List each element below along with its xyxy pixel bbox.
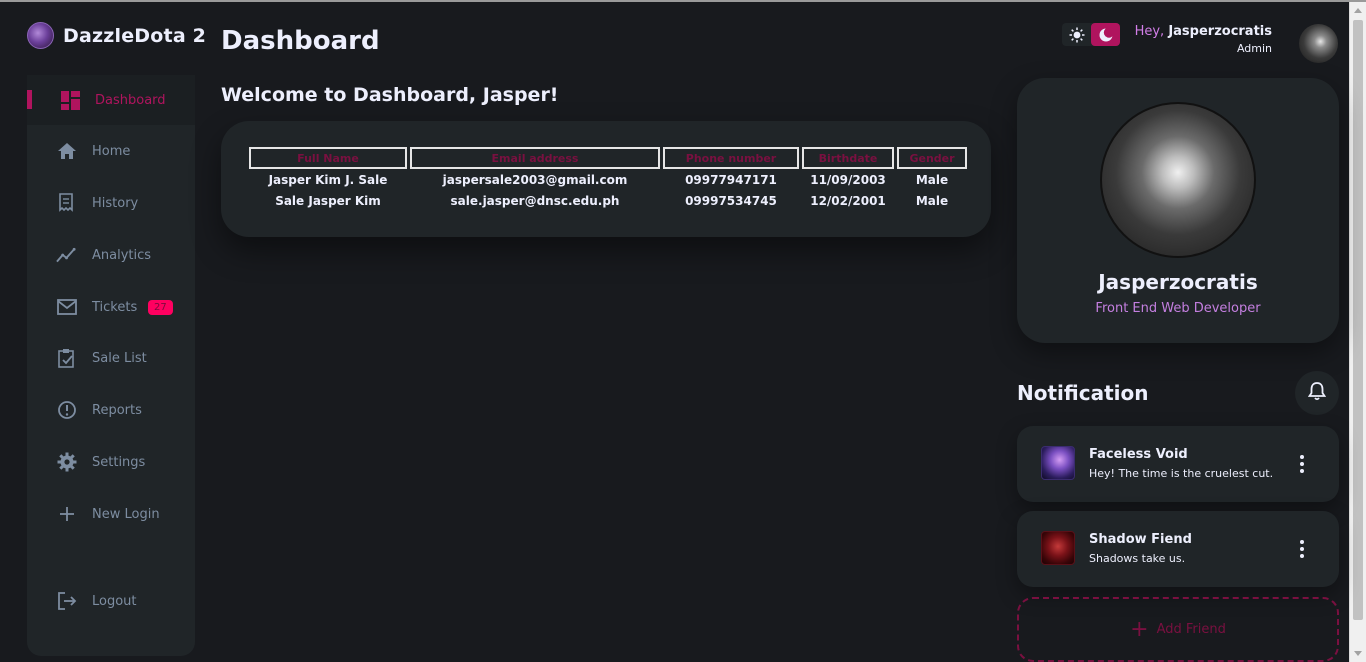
app-name: DazzleDota 2	[63, 24, 207, 47]
sidebar-item-label: Settings	[92, 454, 146, 470]
gear-icon	[56, 452, 77, 473]
header-profile-info: Hey, Jasperzocratis Admin	[1135, 24, 1272, 55]
profile-job-title: Front End Web Developer	[1095, 301, 1261, 316]
page-title: Dashboard	[221, 26, 380, 56]
greeting-text: Hey,	[1134, 24, 1165, 39]
users-table-card: Full Name Email address Phone number Bir…	[221, 121, 991, 237]
logout-icon	[56, 591, 77, 612]
sidebar-item-label: Analytics	[92, 247, 152, 263]
sidebar-item-sale-list[interactable]: Sale List	[27, 333, 195, 383]
sidebar-item-logout[interactable]: Logout	[27, 576, 195, 626]
scroll-thumb[interactable]	[1353, 20, 1363, 620]
notification-bell-button[interactable]	[1295, 371, 1339, 415]
table-cell: Male	[915, 194, 949, 208]
faceless-void-thumbnail	[1041, 446, 1075, 480]
alert-circle-icon	[56, 400, 77, 421]
analytics-icon	[56, 245, 77, 266]
profile-avatar	[1100, 102, 1256, 258]
sidebar-item-settings[interactable]: Settings	[27, 437, 195, 487]
grid-icon	[60, 90, 81, 111]
theme-toggle[interactable]	[1062, 23, 1120, 46]
sidebar-item-dashboard[interactable]: Dashboard	[27, 75, 195, 125]
table-cell: 09977947171	[685, 173, 777, 187]
more-options-icon[interactable]	[1297, 455, 1307, 473]
header-role: Admin	[1236, 42, 1272, 55]
sidebar-item-analytics[interactable]: Analytics	[27, 230, 195, 280]
users-table: Full Name Email address Phone number Bir…	[246, 146, 970, 212]
notification-title: Shadow Fiend	[1089, 532, 1192, 547]
table-header-cell: Phone number	[663, 147, 799, 169]
sidebar-item-new-login[interactable]: New Login	[27, 489, 195, 539]
scroll-down-arrow-icon[interactable]	[1354, 651, 1362, 656]
tickets-count-badge: 27	[148, 299, 173, 315]
table-cell: Sale Jasper Kim	[275, 194, 381, 208]
receipt-icon	[56, 193, 77, 214]
sidebar-item-label: History	[92, 195, 139, 211]
sidebar-item-tickets[interactable]: Tickets 27	[27, 282, 195, 332]
sidebar-item-label: Dashboard	[95, 92, 166, 108]
add-friend-button[interactable]: + Add Friend	[1017, 597, 1339, 662]
table-cell: 12/02/2001	[810, 194, 886, 208]
sidebar-item-reports[interactable]: Reports	[27, 385, 195, 435]
avatar[interactable]	[1299, 24, 1338, 63]
sidebar-item-label: Reports	[92, 402, 142, 418]
sidebar-item-label: Sale List	[92, 350, 147, 366]
plus-icon: +	[1130, 616, 1149, 642]
table-cell: 11/09/2003	[810, 173, 886, 187]
table-header-cell: Email address	[410, 147, 660, 169]
header-username: Jasperzocratis	[1168, 24, 1272, 39]
table-cell: Jasper Kim J. Sale	[268, 173, 388, 187]
table-cell: sale.jasper@dnsc.edu.ph	[450, 194, 620, 208]
table-cell: jaspersale2003@gmail.com	[442, 173, 628, 187]
mail-icon	[56, 297, 77, 318]
sidebar-item-history[interactable]: History	[27, 178, 195, 228]
notification-heading: Notification	[1017, 381, 1149, 405]
welcome-heading: Welcome to Dashboard, Jasper!	[221, 84, 559, 106]
home-icon	[56, 141, 77, 162]
table-header-row: Full Name Email address Phone number Bir…	[249, 147, 967, 169]
sidebar: Dashboard Home History Analytics Tickets…	[27, 75, 195, 656]
sidebar-item-label: Logout	[92, 593, 137, 609]
table-row: Jasper Kim J. Sale jaspersale2003@gmail.…	[249, 170, 967, 190]
sidebar-item-label: Tickets	[92, 299, 138, 315]
table-header-cell: Birthdate	[802, 147, 894, 169]
app-logo[interactable]: DazzleDota 2	[27, 22, 206, 49]
add-friend-label: Add Friend	[1156, 622, 1226, 637]
sidebar-item-label: Home	[92, 143, 131, 159]
logo-icon	[27, 22, 54, 49]
sun-icon[interactable]	[1062, 23, 1091, 46]
profile-name: Jasperzocratis	[1098, 270, 1258, 294]
scroll-up-arrow-icon[interactable]	[1354, 8, 1362, 13]
sidebar-item-home[interactable]: Home	[27, 126, 195, 176]
notification-title: Faceless Void	[1089, 447, 1188, 462]
table-cell: 09997534745	[685, 194, 777, 208]
profile-card: Jasperzocratis Front End Web Developer	[1017, 78, 1339, 343]
notification-item[interactable]: Faceless Void Hey! The time is the cruel…	[1017, 426, 1339, 502]
table-cell: Male	[915, 173, 949, 187]
table-header-cell: Full Name	[249, 147, 407, 169]
page-scrollbar[interactable]	[1349, 2, 1366, 662]
notification-item[interactable]: Shadow Fiend Shadows take us.	[1017, 511, 1339, 587]
shadow-fiend-thumbnail	[1041, 531, 1075, 565]
moon-icon[interactable]	[1091, 23, 1120, 46]
clipboard-check-icon	[56, 348, 77, 369]
table-header-cell: Gender	[897, 147, 967, 169]
notification-message: Shadows take us.	[1089, 552, 1186, 565]
more-options-icon[interactable]	[1297, 540, 1307, 558]
sidebar-item-label: New Login	[92, 506, 160, 522]
plus-icon	[56, 504, 77, 525]
table-row: Sale Jasper Kim sale.jasper@dnsc.edu.ph …	[249, 191, 967, 211]
notification-message: Hey! The time is the cruelest cut.	[1089, 467, 1274, 480]
bell-icon	[1307, 381, 1327, 405]
